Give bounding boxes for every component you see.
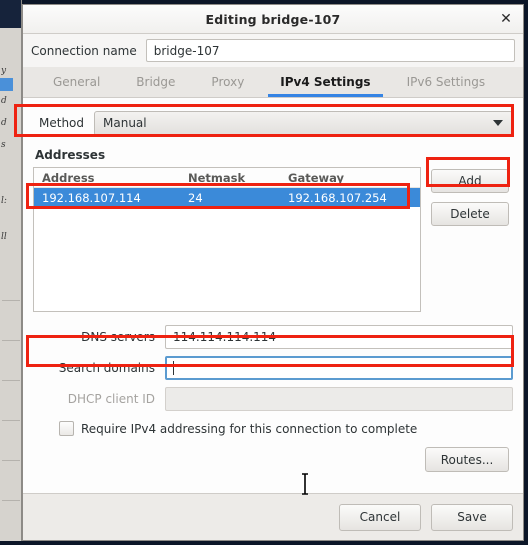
- dhcp-client-id-row: DHCP client ID: [33, 386, 513, 412]
- close-icon[interactable]: ✕: [497, 10, 515, 28]
- connection-name-input[interactable]: bridge-107: [145, 39, 515, 62]
- dns-servers-label: DNS servers: [81, 330, 155, 344]
- table-row[interactable]: 192.168.107.114 24 192.168.107.254: [34, 188, 420, 207]
- desktop-background: y d d s l: ll Editing bridge-107 ✕ Conne…: [0, 0, 528, 545]
- method-selected-value: Manual: [103, 116, 147, 130]
- background-text-line: l:: [1, 196, 7, 206]
- dialog-titlebar: Editing bridge-107 ✕: [23, 5, 523, 34]
- chevron-down-icon: [493, 120, 503, 126]
- addresses-table-header: Address Netmask Gateway: [34, 168, 420, 188]
- search-domains-label: Search domains: [58, 361, 155, 375]
- background-window-titlebar: [0, 0, 22, 28]
- desktop-bottom-edge: [0, 541, 528, 545]
- background-text-line: ll: [1, 232, 7, 242]
- tab-ipv4-settings[interactable]: IPv4 Settings: [262, 67, 388, 97]
- background-divider: [2, 380, 20, 381]
- addresses-table[interactable]: Address Netmask Gateway 192.168.107.114 …: [33, 167, 421, 312]
- column-header-netmask: Netmask: [188, 170, 246, 185]
- require-ipv4-checkbox[interactable]: [59, 421, 74, 436]
- background-window-selection: [0, 78, 13, 91]
- save-button[interactable]: Save: [431, 503, 513, 531]
- addresses-buttons: Add Delete: [431, 167, 509, 226]
- cell-gateway: 192.168.107.254: [288, 190, 387, 205]
- background-divider: [2, 460, 20, 461]
- dialog-action-bar: Cancel Save: [23, 494, 523, 540]
- search-domains-input[interactable]: [165, 356, 513, 380]
- dns-servers-row: DNS servers 114.114.114.114: [33, 324, 513, 350]
- background-window-sliver: y d d s l: ll: [0, 0, 22, 545]
- method-row: Method Manual: [33, 110, 513, 136]
- search-domains-row: Search domains: [33, 355, 513, 381]
- tab-bridge[interactable]: Bridge: [118, 67, 193, 97]
- dhcp-client-id-input: [165, 387, 513, 411]
- addresses-section-title: Addresses: [35, 148, 106, 162]
- background-text-line: d: [1, 96, 7, 106]
- tab-proxy[interactable]: Proxy: [193, 67, 262, 97]
- column-header-gateway: Gateway: [288, 170, 345, 185]
- dns-servers-input[interactable]: 114.114.114.114: [165, 325, 513, 349]
- add-button[interactable]: Add: [431, 169, 509, 193]
- cell-netmask: 24: [188, 190, 203, 205]
- editing-connection-dialog: Editing bridge-107 ✕ Connection name bri…: [22, 4, 524, 541]
- tab-ipv6-settings[interactable]: IPv6 Settings: [389, 67, 504, 97]
- addresses-area: Address Netmask Gateway 192.168.107.114 …: [33, 167, 513, 312]
- text-caret: [173, 361, 174, 375]
- settings-tabbar: General Bridge Proxy IPv4 Settings IPv6 …: [23, 67, 523, 98]
- routes-button[interactable]: Routes...: [425, 447, 509, 472]
- connection-name-label: Connection name: [31, 43, 137, 58]
- ipv4-settings-pane: Method Manual Addresses Address Netmask …: [23, 98, 523, 495]
- connection-name-row: Connection name bridge-107: [23, 34, 523, 67]
- tab-general[interactable]: General: [35, 67, 118, 97]
- column-header-address: Address: [42, 170, 95, 185]
- desktop-right-edge: [524, 0, 528, 545]
- routes-button-wrap: Routes...: [33, 447, 513, 472]
- background-divider: [2, 340, 20, 341]
- dhcp-client-id-label: DHCP client ID: [67, 392, 155, 406]
- dialog-title: Editing bridge-107: [205, 11, 341, 27]
- background-text-line: s: [1, 140, 6, 150]
- require-ipv4-row[interactable]: Require IPv4 addressing for this connect…: [59, 421, 513, 436]
- mouse-ibeam-cursor: [302, 473, 308, 495]
- background-divider: [2, 300, 20, 301]
- background-divider: [2, 500, 20, 501]
- method-dropdown[interactable]: Manual: [94, 110, 513, 136]
- require-ipv4-label: Require IPv4 addressing for this connect…: [81, 421, 418, 436]
- background-text-line: y: [1, 66, 7, 76]
- cell-address: 192.168.107.114: [42, 190, 141, 205]
- background-divider: [2, 420, 20, 421]
- cancel-button[interactable]: Cancel: [339, 503, 421, 531]
- delete-button[interactable]: Delete: [431, 202, 509, 226]
- method-label: Method: [39, 116, 85, 130]
- background-text-line: d: [1, 118, 7, 128]
